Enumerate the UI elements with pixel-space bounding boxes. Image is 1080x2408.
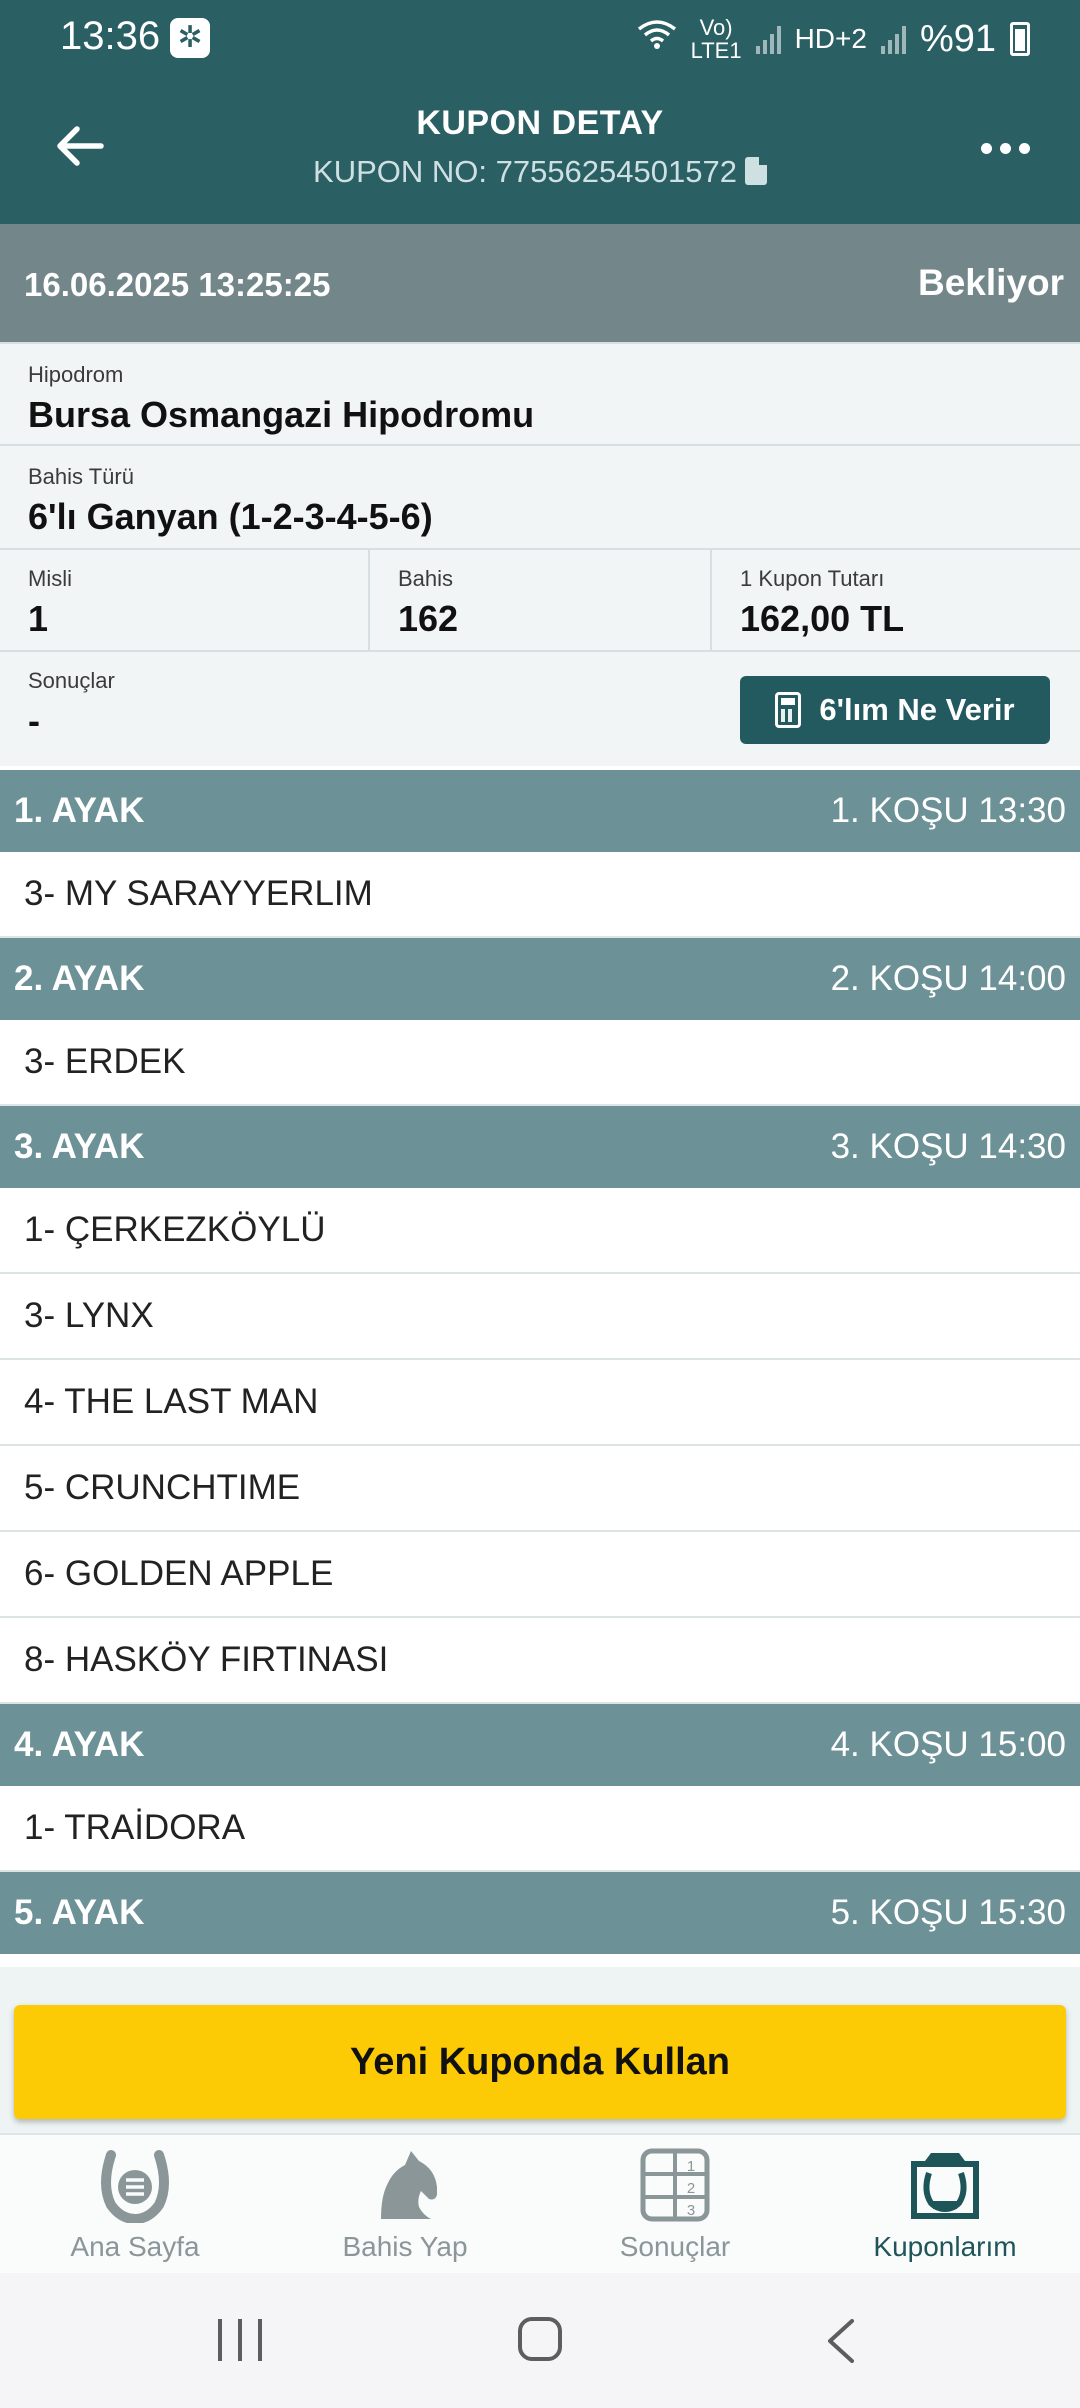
coupons-icon [911, 2153, 979, 2219]
horse-row: 3- LYNX [0, 1274, 1080, 1360]
leg-name: 3. AYAK [14, 1127, 145, 1166]
system-back-button[interactable] [820, 2317, 864, 2365]
coupon-status-row: 16.06.2025 13:25:25 Bekliyor [0, 224, 1080, 342]
horse-row: 4- THE LAST MAN [0, 1360, 1080, 1446]
bets-cell: Bahis 162 [370, 550, 712, 650]
coupon-state: Bekliyor [917, 262, 1064, 303]
svg-text:1: 1 [687, 2158, 695, 2175]
action-area: Yeni Kuponda Kullan [0, 1967, 1080, 2133]
tab-kuponlarim[interactable]: Kuponlarım [810, 2135, 1080, 2273]
horse-row: 1- ÇERKEZKÖYLÜ [0, 1188, 1080, 1274]
hippodrome-label: Hipodrom [28, 362, 124, 387]
leg-header: 5. AYAK 5. KOŞU 15:30 [0, 1872, 1080, 1954]
leg-header: 3. AYAK 3. KOŞU 14:30 [0, 1106, 1080, 1188]
tab-ana-sayfa[interactable]: Ana Sayfa [0, 2135, 270, 2273]
horse-head-icon [381, 2151, 437, 2219]
bottom-tab-bar: Ana Sayfa Bahis Yap 1 2 3 Sonuçlar Kupon… [0, 2133, 1080, 2273]
page-title: KUPON DETAY [416, 104, 664, 142]
results-grid-icon: 1 2 3 [640, 2148, 710, 2222]
horse-row: 6- GOLDEN APPLE [0, 1532, 1080, 1618]
more-dot-icon [999, 142, 1011, 154]
tab-label: Ana Sayfa [70, 2231, 200, 2262]
coupon-info: Hipodrom Bursa Osmangazi Hipodromu Bahis… [0, 342, 1080, 766]
more-options-button[interactable] [960, 116, 1050, 180]
bet-type-value: 6'lı Ganyan (1-2-3-4-5-6) [28, 496, 433, 537]
leg-name: 5. AYAK [14, 1893, 145, 1932]
amount-value: 162,00 TL [740, 598, 905, 639]
tab-label: Sonuçlar [619, 2231, 731, 2262]
wifi-icon [637, 18, 677, 61]
bets-label: Bahis [398, 566, 454, 591]
hippodrome-value: Bursa Osmangazi Hipodromu [28, 394, 535, 435]
tab-bahis-yap[interactable]: Bahis Yap [270, 2135, 540, 2273]
status-bar: 13:36 ✲ Vo) LTE1 HD+2 %91 [0, 0, 1080, 76]
battery-percent: %91 [919, 17, 996, 60]
amount-label: 1 Kupon Tutarı [740, 566, 885, 591]
multiplier-value: 1 [28, 598, 49, 639]
recent-apps-button[interactable] [218, 2319, 262, 2361]
payout-calculator-button[interactable]: 6'lım Ne Verir [740, 676, 1050, 744]
more-dot-icon [980, 142, 992, 154]
hippodrome-row: Hipodrom Bursa Osmangazi Hipodromu [0, 342, 1080, 446]
bet-type-row: Bahis Türü 6'lı Ganyan (1-2-3-4-5-6) [0, 446, 1080, 550]
leg-name: 2. AYAK [14, 959, 145, 998]
copy-icon[interactable] [744, 157, 767, 185]
results-row: Sonuçlar - 6'lım Ne Verir [0, 652, 1080, 766]
tab-label: Bahis Yap [342, 2231, 468, 2262]
system-navigation-bar [0, 2273, 1080, 2408]
multiplier-cell: Misli 1 [0, 550, 370, 650]
app-header: KUPON DETAY KUPON NO: 77556254501572 [0, 76, 1080, 224]
more-dot-icon [1018, 142, 1030, 154]
bets-value: 162 [398, 598, 459, 639]
multiplier-label: Misli [28, 566, 72, 591]
amount-row: Misli 1 Bahis 162 1 Kupon Tutarı 162,00 … [0, 550, 1080, 652]
horseshoe-icon [101, 2150, 169, 2223]
payout-calculator-label: 6'lım Ne Verir [819, 692, 1015, 727]
coupon-date: 16.06.2025 13:25:25 [24, 266, 331, 303]
status-icons: Vo) LTE1 HD+2 %91 [637, 16, 1030, 62]
leg-race-time: 3. KOŞU 14:30 [830, 1127, 1066, 1166]
use-in-new-coupon-button[interactable]: Yeni Kuponda Kullan [14, 2005, 1066, 2119]
horse-row: 3- ERDEK [0, 1020, 1080, 1106]
leg-race-time: 2. KOŞU 14:00 [830, 959, 1066, 998]
svg-text:3: 3 [687, 2202, 695, 2219]
status-time: 13:36 [60, 14, 161, 58]
horse-row: 3- MY SARAYYERLIM [0, 852, 1080, 938]
leg-race-time: 4. KOŞU 15:00 [830, 1725, 1066, 1764]
bet-type-label: Bahis Türü [28, 464, 134, 489]
leg-header: 1. AYAK 1. KOŞU 13:30 [0, 770, 1080, 852]
signal-icon [755, 24, 781, 55]
leg-name: 4. AYAK [14, 1725, 145, 1764]
horse-row: 8- HASKÖY FIRTINASI [0, 1618, 1080, 1704]
coupon-number-text: KUPON NO: 77556254501572 [313, 154, 737, 189]
horse-row: 1- TRAİDORA [0, 1786, 1080, 1872]
amount-cell: 1 Kupon Tutarı 162,00 TL [712, 550, 1080, 650]
lte-indicator: Vo) LTE1 [690, 15, 742, 64]
hd-indicator: HD+2 [794, 23, 867, 55]
svg-text:2: 2 [687, 2180, 695, 2197]
battery-icon [1010, 22, 1030, 57]
tab-sonuclar[interactable]: 1 2 3 Sonuçlar [540, 2135, 810, 2273]
tab-label: Kuponlarım [873, 2231, 1017, 2262]
leg-header: 4. AYAK 4. KOŞU 15:00 [0, 1704, 1080, 1786]
leg-race-time: 1. KOŞU 13:30 [830, 791, 1066, 830]
signal-2-icon [880, 24, 906, 55]
legs-list[interactable]: 1. AYAK 1. KOŞU 13:30 3- MY SARAYYERLIM 2. … [0, 770, 1080, 1967]
coupon-number[interactable]: KUPON NO: 77556254501572 [0, 154, 1080, 190]
leg-header: 2. AYAK 2. KOŞU 14:00 [0, 938, 1080, 1020]
leg-race-time: 5. KOŞU 15:30 [830, 1893, 1066, 1932]
calculator-icon [775, 692, 802, 728]
home-button[interactable] [518, 2317, 562, 2361]
notification-app-icon: ✲ [170, 18, 210, 58]
horse-row: 5- CRUNCHTIME [0, 1446, 1080, 1532]
leg-name: 1. AYAK [14, 791, 145, 830]
